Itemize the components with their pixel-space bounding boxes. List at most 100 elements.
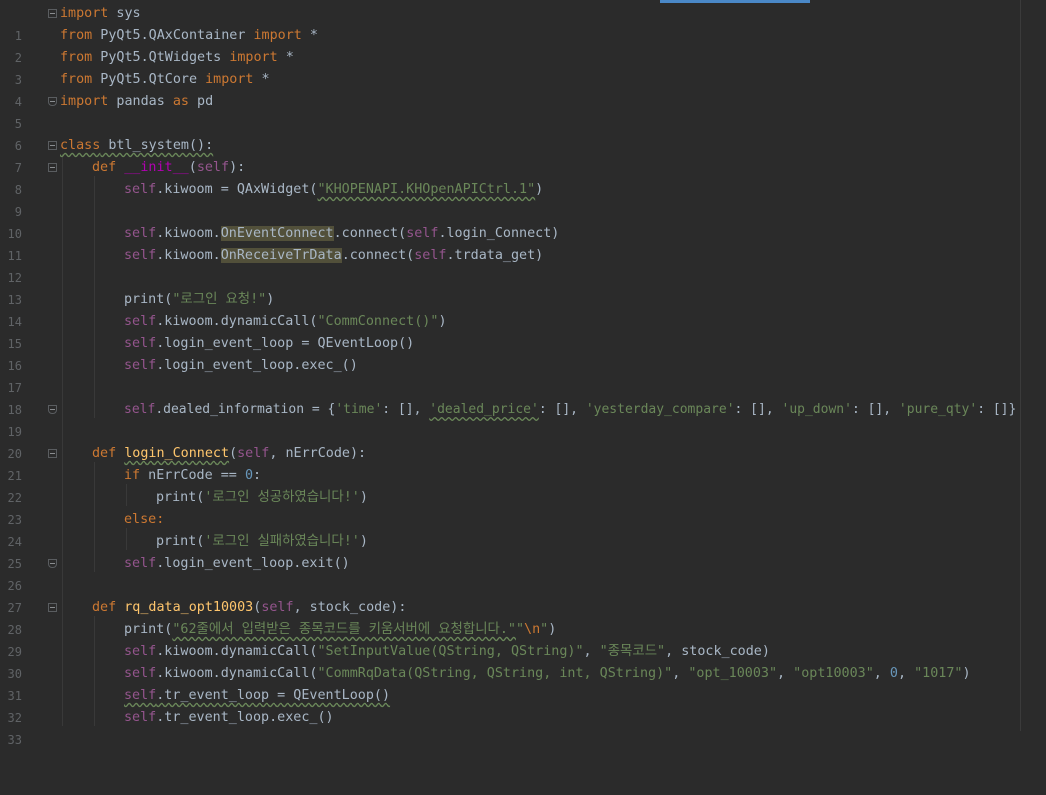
- fold-marker-icon[interactable]: [48, 9, 57, 18]
- line-number: 33: [7, 733, 22, 747]
- number-literal: 0: [889, 666, 898, 681]
- code-line[interactable]: 6: [0, 113, 1046, 153]
- string-literal: "CommConnect()": [317, 314, 439, 329]
- code-line[interactable]: 1 import sys: [0, 3, 1046, 43]
- code-text: .login_Connect): [438, 226, 560, 241]
- code-text: PyQt5.QtCore: [92, 72, 206, 87]
- code-text: ): [266, 292, 275, 307]
- code-text: .kiwoom = QAxWidget(: [156, 182, 318, 197]
- keyword: from: [60, 28, 93, 43]
- fold-marker-icon[interactable]: [48, 449, 57, 458]
- string-literal: '로그인 실패하였습니다!': [204, 534, 360, 549]
- code-text: *: [253, 72, 270, 87]
- code-line[interactable]: 12 self.kiwoom.OnReceiveTrData.connect(s…: [0, 245, 1046, 285]
- fold-end-icon[interactable]: [48, 559, 57, 568]
- code-text: .kiwoom.dynamicCall(: [156, 666, 318, 681]
- code-text: sys: [108, 6, 141, 21]
- code-line[interactable]: 24 else:: [0, 509, 1046, 549]
- code-text: PyQt5.QAxContainer: [92, 28, 254, 43]
- code-text: ): [359, 490, 368, 505]
- code-text: .kiwoom.dynamicCall(: [156, 644, 318, 659]
- self-keyword: self: [261, 600, 294, 615]
- code-text: ,: [672, 666, 689, 681]
- code-line[interactable]: 26 self.login_event_loop.exit(): [0, 553, 1046, 593]
- code-line[interactable]: 18: [0, 377, 1046, 417]
- fold-end-icon[interactable]: [48, 97, 57, 106]
- function-name: login_Connect: [124, 446, 230, 461]
- code-text: ):: [229, 160, 246, 175]
- code-text: print(: [156, 534, 205, 549]
- self-keyword: self: [237, 446, 270, 461]
- fold-end-icon[interactable]: [48, 405, 57, 414]
- keyword: class: [60, 138, 101, 153]
- code-text: .connect(: [341, 248, 415, 263]
- code-line[interactable]: 11 self.kiwoom.OnEventConnect.connect(se…: [0, 223, 1046, 263]
- code-line[interactable]: 20: [0, 421, 1046, 461]
- code-line[interactable]: 25 print('로그인 실패하였습니다!'): [0, 531, 1046, 571]
- string-literal: "KHOPENAPI.KHOpenAPICtrl.1": [317, 182, 536, 197]
- code-line[interactable]: 14 print("로그인 요청!"): [0, 289, 1046, 329]
- self-keyword: self: [196, 160, 230, 175]
- code-line[interactable]: 2 from PyQt5.QAxContainer import *: [0, 25, 1046, 65]
- function-name: rq_data_opt10003: [124, 600, 254, 615]
- code-text: *: [277, 50, 294, 65]
- keyword: def: [92, 600, 117, 615]
- keyword: import: [60, 94, 109, 109]
- code-line[interactable]: 29 print("62줄에서 입력받은 종목코드를 키움서버에 요청합니다."…: [0, 619, 1046, 659]
- keyword: import: [205, 72, 254, 87]
- code-line[interactable]: 21 def login_Connect(self, nErrCode):: [0, 443, 1046, 483]
- code-line[interactable]: 5 import pandas as pd: [0, 91, 1046, 131]
- code-line[interactable]: 3 from PyQt5.QtWidgets import *: [0, 47, 1046, 87]
- string-literal: 'dealed_price': [429, 402, 539, 417]
- code-text: .kiwoom.: [156, 226, 221, 241]
- fold-marker-icon[interactable]: [48, 163, 57, 172]
- code-text: ): [438, 314, 447, 329]
- code-text: .tr_event_loop = QEventLoop(): [156, 688, 391, 703]
- string-literal: ": [515, 622, 525, 637]
- string-literal: "CommRqData(QString, QString, int, QStri…: [317, 666, 673, 681]
- string-literal: "opt_10003": [688, 666, 778, 681]
- self-keyword: self: [406, 226, 439, 241]
- code-line[interactable]: 28 def rq_data_opt10003(self, stock_code…: [0, 597, 1046, 637]
- code-line[interactable]: 10: [0, 201, 1046, 241]
- code-line[interactable]: 16 self.login_event_loop = QEventLoop(): [0, 333, 1046, 373]
- code-text: :: [253, 468, 262, 483]
- self-keyword: self: [124, 314, 157, 329]
- code-line[interactable]: 33 self.tr_event_loop.exec_(): [0, 707, 1046, 747]
- code-text: ): [548, 622, 557, 637]
- keyword: import: [229, 50, 278, 65]
- self-keyword: self: [124, 644, 157, 659]
- code-line[interactable]: 23 print('로그인 성공하였습니다!'): [0, 487, 1046, 527]
- fold-marker-icon[interactable]: [48, 141, 57, 150]
- string-literal: 'up_down': [781, 402, 852, 417]
- keyword: def: [92, 160, 117, 175]
- string-literal: 'yesterday_compare': [585, 402, 735, 417]
- string-literal: "opt10003": [793, 666, 874, 681]
- code-text: : [],: [538, 402, 586, 417]
- code-text: nErrCode ==: [140, 468, 245, 483]
- string-literal: "SetInputValue(QString, QString)": [317, 644, 584, 659]
- code-line[interactable]: 17 self.login_event_loop.exec_(): [0, 355, 1046, 395]
- code-line[interactable]: 7 class btl_system():: [0, 135, 1046, 175]
- fold-marker-icon[interactable]: [48, 603, 57, 612]
- self-keyword: self: [124, 666, 157, 681]
- code-line[interactable]: 15 self.kiwoom.dynamicCall("CommConnect(…: [0, 311, 1046, 351]
- code-text: .login_event_loop.exec_(): [156, 358, 358, 373]
- code-line[interactable]: 9 self.kiwoom = QAxWidget("KHOPENAPI.KHO…: [0, 179, 1046, 219]
- highlighted-identifier: OnReceiveTrData: [220, 248, 342, 263]
- string-literal: ": [540, 622, 549, 637]
- code-text: .connect(: [333, 226, 407, 241]
- code-line[interactable]: 8 def __init__(self):: [0, 157, 1046, 197]
- code-line[interactable]: 27: [0, 575, 1046, 615]
- code-text: .kiwoom.: [156, 248, 221, 263]
- code-line[interactable]: 13: [0, 267, 1046, 307]
- code-editor[interactable]: 1 import sys 2 from PyQt5.QAxContainer i…: [0, 0, 1046, 747]
- code-line[interactable]: 32 self.tr_event_loop = QEventLoop(): [0, 685, 1046, 725]
- code-line[interactable]: 30 self.kiwoom.dynamicCall("SetInputValu…: [0, 641, 1046, 681]
- code-line[interactable]: 19 self.dealed_information = {'time': []…: [0, 399, 1046, 439]
- code-line[interactable]: 22 if nErrCode == 0:: [0, 465, 1046, 505]
- code-line[interactable]: 4 from PyQt5.QtCore import *: [0, 69, 1046, 109]
- highlighted-identifier: OnEventConnect: [220, 226, 334, 241]
- string-literal: "로그인 요청!": [172, 292, 267, 307]
- code-line[interactable]: 31 self.kiwoom.dynamicCall("CommRqData(Q…: [0, 663, 1046, 703]
